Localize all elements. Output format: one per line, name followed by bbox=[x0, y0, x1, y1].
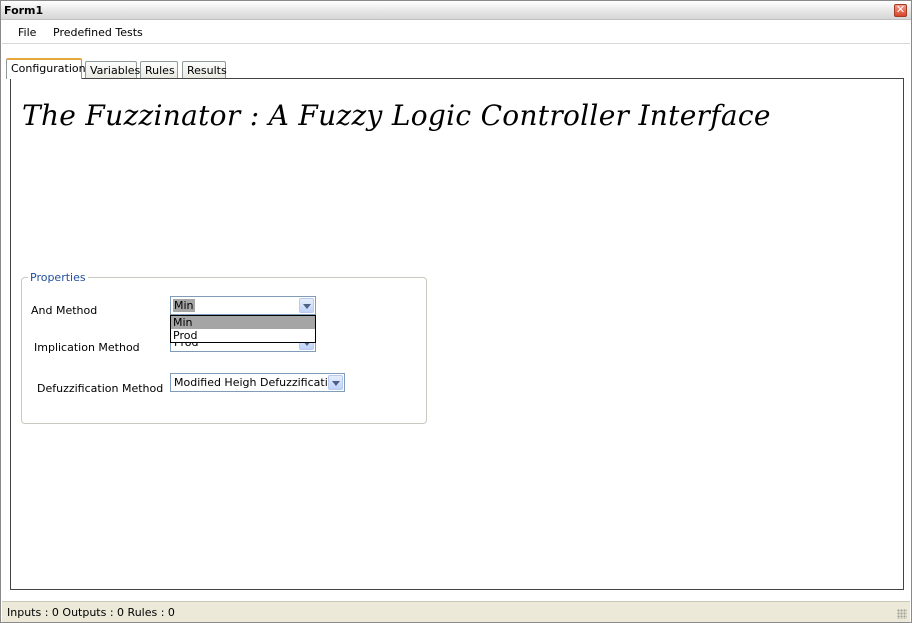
window-title: Form1 bbox=[4, 4, 44, 17]
app-window: Form1 ✕ File Predefined Tests Configurat… bbox=[0, 0, 912, 623]
resize-grip-icon[interactable] bbox=[897, 609, 907, 619]
and-method-value: Min bbox=[173, 299, 195, 312]
properties-legend: Properties bbox=[28, 271, 88, 284]
properties-group: Properties And Method Min Implication Me… bbox=[21, 271, 427, 424]
dropdown-option-min[interactable]: Min bbox=[171, 316, 315, 329]
chevron-down-icon[interactable] bbox=[328, 375, 343, 390]
tab-results[interactable]: Results bbox=[182, 61, 227, 79]
defuzzification-method-value: Modified Heigh Defuzzification bbox=[174, 376, 342, 389]
and-method-label: And Method bbox=[31, 304, 98, 317]
tab-variables[interactable]: Variables bbox=[85, 61, 140, 79]
page-title: The Fuzzinator : A Fuzzy Logic Controlle… bbox=[22, 99, 771, 132]
close-icon[interactable]: ✕ bbox=[894, 4, 907, 17]
dropdown-option-prod[interactable]: Prod bbox=[171, 329, 315, 342]
menu-file[interactable]: File bbox=[18, 26, 36, 39]
and-method-dropdown-list: Min Prod bbox=[170, 315, 316, 343]
status-bar: Inputs : 0 Outputs : 0 Rules : 0 bbox=[2, 601, 910, 622]
tab-strip: Configuration Variables Rules Results bbox=[6, 57, 906, 79]
menu-predefined-tests[interactable]: Predefined Tests bbox=[53, 26, 143, 39]
chevron-down-icon[interactable] bbox=[299, 298, 314, 313]
defuzzification-method-select[interactable]: Modified Heigh Defuzzification bbox=[170, 373, 345, 392]
configuration-panel: The Fuzzinator : A Fuzzy Logic Controlle… bbox=[10, 78, 904, 590]
tab-rules[interactable]: Rules bbox=[140, 61, 178, 79]
and-method-select[interactable]: Min bbox=[170, 296, 316, 315]
implication-method-label: Implication Method bbox=[34, 341, 140, 354]
status-text: Inputs : 0 Outputs : 0 Rules : 0 bbox=[7, 606, 175, 619]
title-bar: Form1 ✕ bbox=[1, 1, 911, 20]
defuzzification-method-label: Defuzzification Method bbox=[37, 382, 164, 395]
tab-configuration[interactable]: Configuration bbox=[6, 58, 86, 79]
menu-bar: File Predefined Tests bbox=[2, 21, 910, 44]
